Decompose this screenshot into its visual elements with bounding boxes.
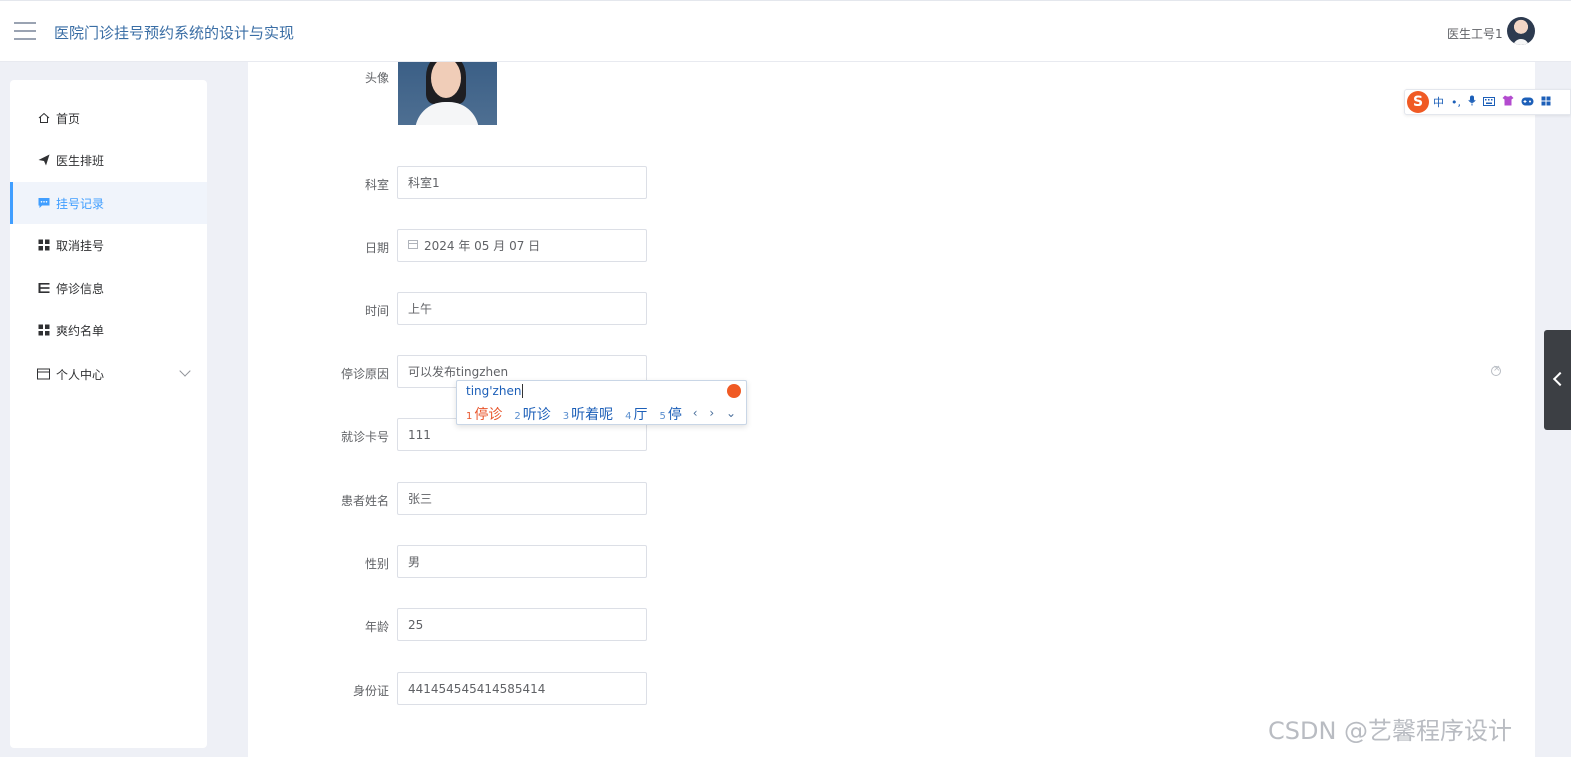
date-picker[interactable]: 2024 年 05 月 07 日 xyxy=(397,229,647,262)
ime-candidate[interactable]: 1 停诊 xyxy=(466,404,502,424)
sidebar-item-label: 取消挂号 xyxy=(56,238,105,253)
ime-candidate[interactable]: 4厅 xyxy=(625,404,647,424)
sidebar-item-registration-records[interactable]: 挂号记录 xyxy=(10,182,207,224)
sidebar-item-no-show-list[interactable]: 爽约名单 xyxy=(10,309,207,351)
ime-candidate[interactable]: 5停 xyxy=(660,404,682,424)
candidate-text: 厅 xyxy=(633,407,648,423)
form-label-gender: 性别 xyxy=(364,557,389,571)
microphone-icon[interactable] xyxy=(1468,95,1476,109)
send-icon xyxy=(37,154,50,167)
skin-shirt-icon[interactable] xyxy=(1502,95,1514,109)
home-icon xyxy=(37,112,50,125)
ime-skin-icon[interactable] xyxy=(727,384,741,398)
sidebar-item-cancel-registration[interactable]: 取消挂号 xyxy=(10,224,207,266)
form-label-date: 日期 xyxy=(364,241,389,255)
ime-candidate[interactable]: 2 听诊 xyxy=(514,404,550,424)
clear-icon[interactable] xyxy=(1491,364,1501,376)
candidate-number: 2 xyxy=(514,411,521,422)
chevron-down-icon[interactable] xyxy=(179,365,191,377)
department-input[interactable]: 科室1 xyxy=(397,166,647,199)
chat-icon xyxy=(37,197,50,210)
watermark: CSDN @艺馨程序设计 xyxy=(1268,717,1513,745)
ime-candidate-popup: ting'zhen 1 停诊 2 听诊 3 听着呢 4厅 5停 ‹ › ⌄ xyxy=(456,380,747,425)
sogou-logo-icon[interactable]: S xyxy=(1407,91,1429,113)
card-icon xyxy=(37,368,50,381)
candidate-number: 4 xyxy=(625,411,632,422)
candidate-text: 听着呢 xyxy=(571,407,614,423)
candidate-text: 停诊 xyxy=(474,407,503,423)
grid-icon xyxy=(37,239,50,252)
side-collapse-tab[interactable] xyxy=(1544,330,1571,430)
sidebar-item-label: 挂号记录 xyxy=(56,196,105,211)
user-avatar[interactable] xyxy=(1507,17,1535,45)
sidebar-item-label: 首页 xyxy=(56,111,81,126)
candidate-number: 3 xyxy=(562,411,570,422)
form-label-avatar: 头像 xyxy=(364,71,389,85)
user-name[interactable]: 医生工号1 xyxy=(1447,25,1503,42)
sidebar-item-label: 医生排班 xyxy=(56,153,105,168)
candidate-number: 5 xyxy=(659,411,666,422)
candidate-text: 听诊 xyxy=(522,407,551,423)
gender-input[interactable]: 男 xyxy=(397,545,647,578)
form-label-age: 年龄 xyxy=(364,620,389,634)
sidebar-item-suspension-info[interactable]: 停诊信息 xyxy=(10,267,207,309)
keyboard-icon[interactable] xyxy=(1483,96,1495,109)
time-input[interactable]: 上午 xyxy=(397,292,647,325)
sidebar-item-label: 个人中心 xyxy=(56,367,105,382)
form-label-time: 时间 xyxy=(364,304,389,318)
sidebar-item-personal-center[interactable]: 个人中心 xyxy=(10,353,207,395)
photo-coat xyxy=(415,102,479,125)
top-bar: 医院门诊挂号预约系统的设计与实现 医生工号1 xyxy=(0,0,1571,62)
calendar-icon xyxy=(408,240,418,249)
candidate-number: 1 xyxy=(466,411,473,422)
sidebar-item-home[interactable]: 首页 xyxy=(10,97,207,139)
sidebar-item-label: 爽约名单 xyxy=(56,323,105,338)
main-content: 头像 科室 科室1 日期 2024 年 05 月 07 日 时间 上午 停诊原因… xyxy=(248,62,1535,757)
form-label-department: 科室 xyxy=(364,178,389,192)
date-value: 2024 年 05 月 07 日 xyxy=(424,239,541,253)
ime-pinyin-input: ting'zhen xyxy=(466,384,524,398)
form-label-card-number: 就诊卡号 xyxy=(340,430,389,444)
gamepad-icon[interactable] xyxy=(1521,96,1534,109)
avatar-photo[interactable] xyxy=(398,62,497,125)
ime-candidate-list: 1 停诊 2 听诊 3 听着呢 4厅 5停 xyxy=(466,404,694,424)
ime-mode-toggle[interactable]: 中 xyxy=(1433,94,1444,110)
ime-page-nav[interactable]: ‹ › ⌄ xyxy=(693,406,740,420)
ime-toolbar: S 中 •, xyxy=(1404,89,1571,115)
ime-punctuation-toggle[interactable]: •, xyxy=(1451,96,1461,109)
form-label-patient-name: 患者姓名 xyxy=(340,494,389,508)
ime-candidate[interactable]: 3 听着呢 xyxy=(563,404,613,424)
sidebar: 首页 医生排班 挂号记录 取消挂号 停诊信息 爽约名单 个人中心 xyxy=(10,80,207,748)
app-title: 医院门诊挂号预约系统的设计与实现 xyxy=(54,24,295,42)
sidebar-item-label: 停诊信息 xyxy=(56,281,105,296)
id-card-input[interactable]: 441454545414585414 xyxy=(397,672,647,705)
toolbox-icon[interactable] xyxy=(1541,96,1551,109)
form-label-suspension-reason: 停诊原因 xyxy=(340,367,389,381)
form-label-id-card: 身份证 xyxy=(352,684,389,698)
patient-name-input[interactable]: 张三 xyxy=(397,482,647,515)
age-input[interactable]: 25 xyxy=(397,608,647,641)
candidate-text: 停 xyxy=(667,407,682,423)
grid-icon xyxy=(37,324,50,337)
list-icon xyxy=(37,282,50,295)
sidebar-item-schedule[interactable]: 医生排班 xyxy=(10,139,207,181)
menu-toggle-icon[interactable] xyxy=(14,22,36,40)
